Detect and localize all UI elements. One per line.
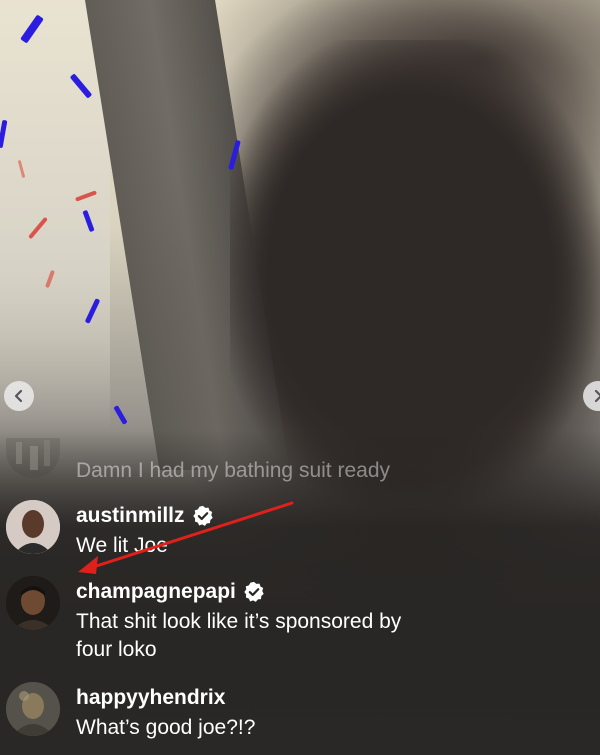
username-text: austinmillz	[76, 504, 185, 527]
comment-text: What’s good joe?!?	[76, 716, 256, 739]
avatar[interactable]	[6, 576, 60, 630]
comment-username[interactable]: champagnepapi	[76, 580, 265, 604]
live-video-stage: Damn I had my bathing suit ready austinm…	[0, 0, 600, 755]
avatar-image	[6, 576, 60, 630]
comment-username[interactable]: austinmillz	[76, 504, 214, 528]
chevron-left-icon	[14, 389, 23, 403]
chevron-right-icon	[594, 389, 600, 403]
comment-username[interactable]: happyyhendrix	[76, 686, 225, 710]
verified-badge-icon	[244, 581, 264, 602]
previous-button[interactable]	[4, 381, 34, 411]
verified-badge-icon	[192, 505, 213, 526]
comment-text: We lit Joe	[76, 534, 168, 557]
comment-text: That shit look like it’s sponsored by fo…	[76, 608, 401, 664]
comment-text-line: four loko	[76, 638, 157, 661]
avatar[interactable]	[6, 682, 60, 736]
comment-text: Damn I had my bathing suit ready	[76, 459, 390, 482]
bright-window-area	[0, 0, 110, 430]
username-text: champagnepapi	[76, 580, 236, 603]
avatar-image	[6, 682, 60, 736]
avatar[interactable]	[6, 500, 60, 554]
comment-text-line: That shit look like it’s sponsored by	[76, 610, 402, 633]
avatar-image	[6, 500, 60, 554]
username-text: happyyhendrix	[76, 686, 226, 709]
